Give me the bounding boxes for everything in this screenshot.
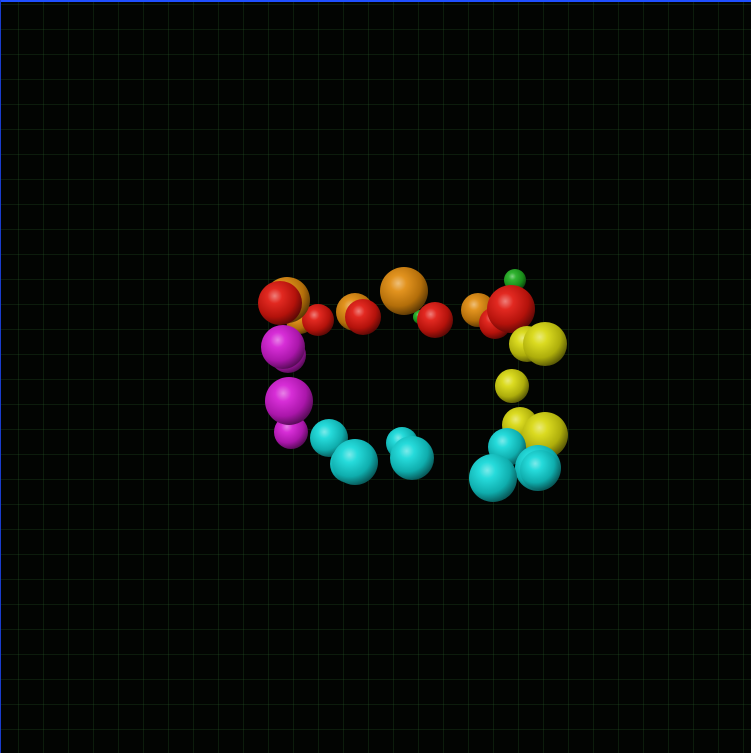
cyan-atom-sphere	[390, 436, 434, 480]
window-left-border	[0, 0, 1, 753]
red-atom-sphere	[345, 299, 381, 335]
3d-viewport[interactable]	[0, 0, 751, 753]
red-atom-sphere	[487, 285, 535, 333]
red-atom-sphere	[258, 281, 302, 325]
window-top-border	[0, 0, 751, 2]
yellow-atom-sphere	[495, 369, 529, 403]
cyan-atom-sphere	[469, 454, 517, 502]
orange-atom-sphere	[380, 267, 428, 315]
red-atom-sphere	[417, 302, 453, 338]
cyan-atom-sphere	[520, 450, 560, 490]
yellow-atom-sphere	[523, 322, 567, 366]
cyan-atom-sphere	[332, 439, 378, 485]
molecule-scene	[258, 267, 568, 502]
magenta-atom-sphere	[265, 377, 313, 425]
magenta-atom-sphere	[261, 325, 305, 369]
